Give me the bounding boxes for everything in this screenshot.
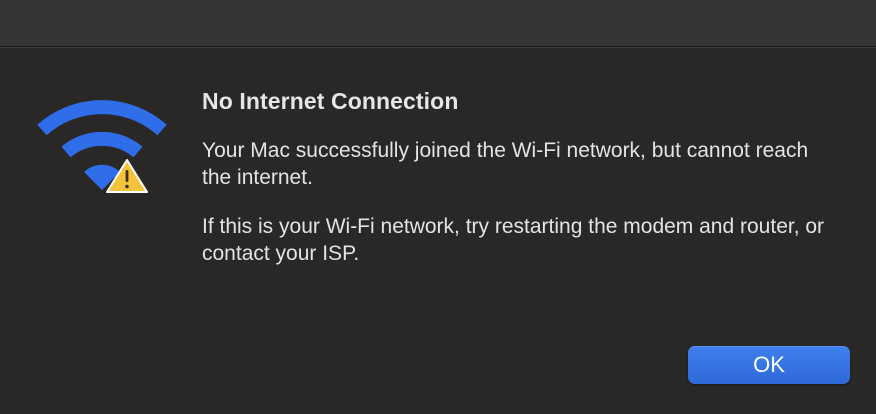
alert-dialog: No Internet Connection Your Mac successf…	[0, 0, 876, 414]
dialog-message: Your Mac successfully joined the Wi-Fi n…	[202, 139, 809, 189]
dialog-title: No Internet Connection	[202, 88, 459, 114]
title-bar	[0, 0, 876, 47]
dialog-advice: If this is your Wi-Fi network, try resta…	[202, 215, 825, 265]
ok-button[interactable]: OK	[688, 346, 850, 384]
wifi-icon	[37, 100, 167, 193]
wifi-warning-icon	[34, 86, 174, 206]
